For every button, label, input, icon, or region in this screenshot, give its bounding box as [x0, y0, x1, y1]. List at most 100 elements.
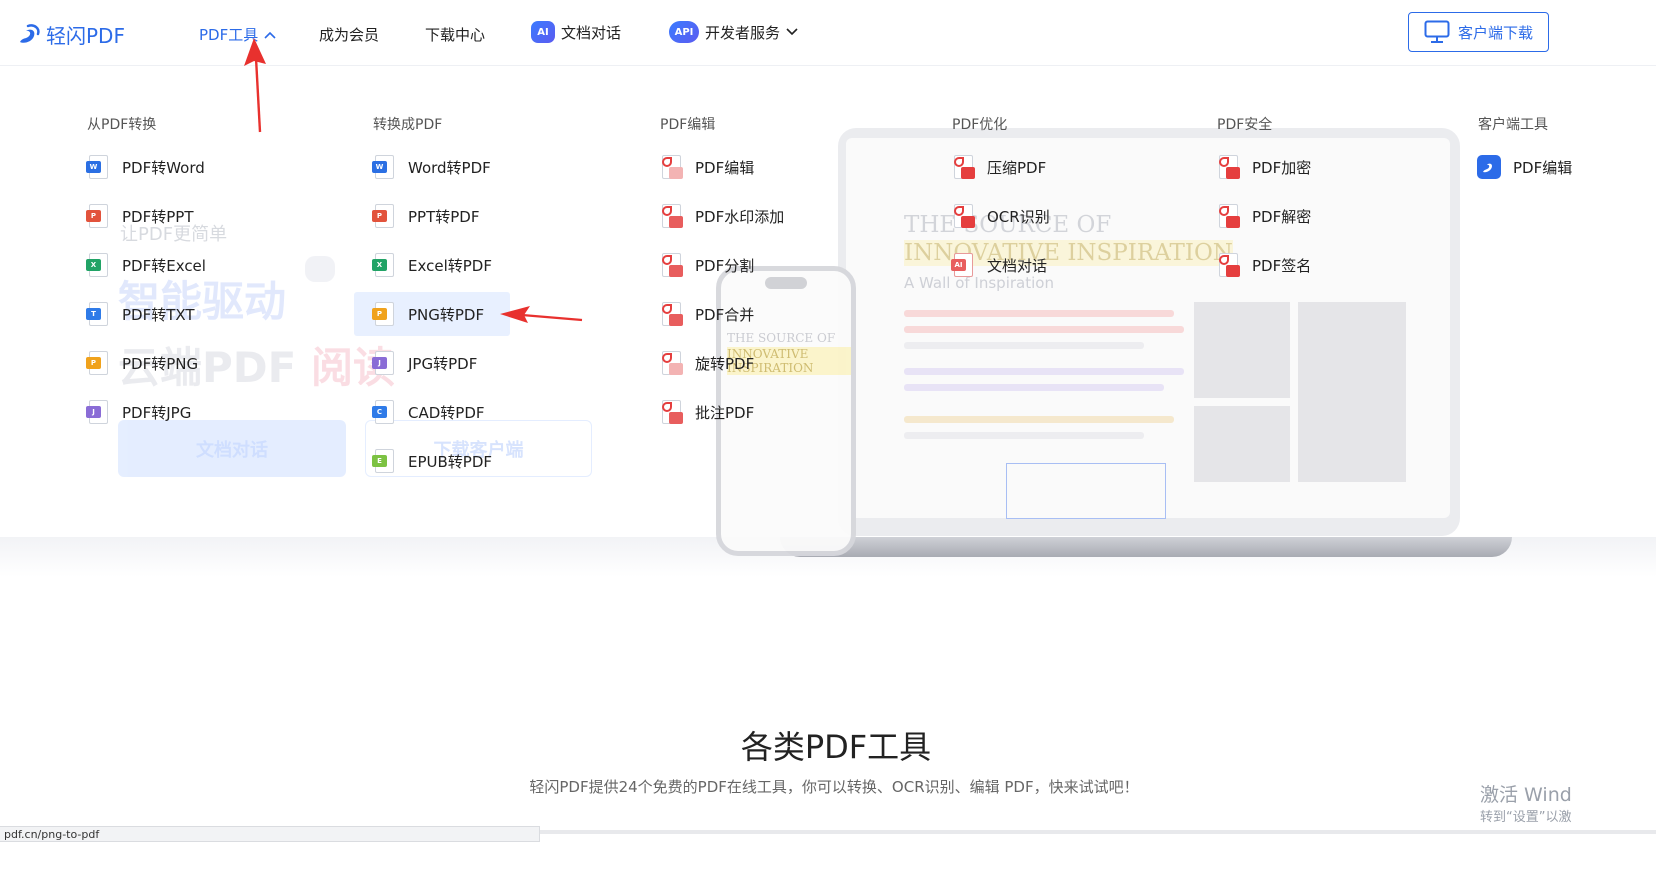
menu-pdf-split[interactable]: PDF分割: [659, 250, 754, 280]
menu-doc-chat[interactable]: AI 文档对话: [951, 250, 1047, 280]
compress-pdf-icon: [951, 155, 975, 179]
menu-item-label: PDF签名: [1252, 256, 1312, 275]
menu-col-pdf-security: PDF安全: [1217, 115, 1272, 135]
menu-item-label: PDF编辑: [1513, 158, 1573, 177]
menu-pdf-encrypt[interactable]: PDF加密: [1216, 152, 1311, 182]
ai-chat-icon: AI: [951, 253, 975, 277]
menu-ppt-to-pdf[interactable]: P PPT转PDF: [372, 201, 479, 231]
txt-file-icon: T: [86, 302, 110, 326]
menu-epub-to-pdf[interactable]: E EPUB转PDF: [372, 446, 492, 476]
windows-activation-watermark: 激活 Wind: [1480, 784, 1572, 806]
laptop-text-line: [904, 368, 1184, 375]
menu-item-label: OCR识别: [987, 207, 1050, 226]
key-file-icon: [1216, 204, 1240, 228]
menu-pdf-watermark[interactable]: PDF水印添加: [659, 201, 784, 231]
api-badge-icon: API: [669, 21, 699, 43]
menu-word-to-pdf[interactable]: W Word转PDF: [372, 152, 491, 182]
menu-cad-to-pdf[interactable]: C CAD转PDF: [372, 397, 485, 427]
menu-col-pdf-optimize: PDF优化: [952, 115, 1007, 135]
menu-item-label: PPT转PDF: [408, 207, 480, 226]
menu-item-label: PDF转TXT: [122, 305, 195, 324]
menu-item-label: PDF加密: [1252, 158, 1312, 177]
ppt-to-pdf-icon: P: [372, 204, 396, 228]
pdf-merge-icon: [659, 302, 683, 326]
logo-text: 轻闪PDF: [46, 24, 125, 48]
laptop-text-line: [904, 416, 1174, 423]
ocr-icon: [951, 204, 975, 228]
col-title-to-pdf: 转换成PDF: [373, 117, 443, 133]
laptop-text-line: [904, 310, 1174, 317]
menu-png-to-pdf[interactable]: P PNG转PDF: [354, 292, 510, 336]
col-title-pdf-optimize: PDF优化: [952, 117, 1008, 133]
col-title-pdf-edit: PDF编辑: [660, 117, 716, 133]
menu-pdf-annotate[interactable]: 批注PDF: [659, 397, 754, 427]
laptop-text-line: [904, 326, 1184, 333]
site-logo[interactable]: 轻闪PDF: [16, 20, 125, 49]
menu-pdf-decrypt[interactable]: PDF解密: [1216, 201, 1311, 231]
chevron-down-icon: [786, 28, 798, 36]
menu-pdf-to-png[interactable]: P PDF转PNG: [86, 348, 198, 378]
menu-item-label: PDF合并: [695, 305, 755, 324]
menu-jpg-to-pdf[interactable]: J JPG转PDF: [372, 348, 477, 378]
red-arrow-up-icon: [244, 38, 266, 133]
epub-to-pdf-icon: E: [372, 449, 396, 473]
browser-status-url: pdf.cn/png-to-pdf: [0, 826, 540, 842]
menu-item-label: 批注PDF: [695, 403, 755, 422]
jpg-to-pdf-icon: J: [372, 351, 396, 375]
hero-doc-chat-label: 文档对话: [196, 439, 268, 461]
menu-pdf-rotate[interactable]: 旋转PDF: [659, 348, 754, 378]
pdf-rotate-icon: [659, 351, 683, 375]
client-download-button[interactable]: 客户端下载: [1408, 12, 1549, 52]
menu-item-label: PDF转PNG: [122, 354, 199, 373]
hero-doc-chat-button[interactable]: 文档对话: [118, 420, 346, 477]
menu-item-label: 文档对话: [987, 256, 1048, 275]
menu-pdf-merge[interactable]: PDF合并: [659, 299, 754, 329]
laptop-screen: THE SOURCE OF INNOVATIVE INSPIRATION A W…: [846, 138, 1450, 519]
menu-pdf-to-word[interactable]: W PDF转Word: [86, 152, 205, 182]
menu-pdf-to-ppt[interactable]: P PDF转PPT: [86, 201, 193, 231]
pdf-split-icon: [659, 253, 683, 277]
menu-pdf-sign[interactable]: PDF签名: [1216, 250, 1311, 280]
excel-to-pdf-icon: X: [372, 253, 396, 277]
nav-membership[interactable]: 成为会员: [319, 24, 379, 45]
pdf-annotate-icon: [659, 400, 683, 424]
client-download-label: 客户端下载: [1457, 23, 1533, 42]
menu-item-label: Word转PDF: [408, 158, 491, 177]
menu-item-label: PDF转Word: [122, 158, 205, 177]
laptop-photo: [1298, 302, 1406, 482]
cad-to-pdf-icon: C: [372, 400, 396, 424]
menu-pdf-to-txt[interactable]: T PDF转TXT: [86, 299, 195, 329]
menu-excel-to-pdf[interactable]: X Excel转PDF: [372, 250, 492, 280]
menu-ocr[interactable]: OCR识别: [951, 201, 1050, 231]
menu-item-label: PDF分割: [695, 256, 755, 275]
menu-pdf-edit[interactable]: PDF编辑: [659, 152, 754, 182]
word-to-pdf-icon: W: [372, 155, 396, 179]
menu-item-label: Excel转PDF: [408, 256, 492, 275]
lock-file-icon: [1216, 155, 1240, 179]
menu-col-client-tools: 客户端工具: [1478, 115, 1548, 135]
robot-icon: [305, 256, 335, 282]
menu-pdf-to-excel[interactable]: X PDF转Excel: [86, 250, 206, 280]
laptop-text-line: [904, 342, 1144, 349]
png-file-icon: P: [86, 351, 110, 375]
laptop-text-line: [904, 432, 1144, 439]
menu-col-to-pdf: 转换成PDF: [373, 115, 442, 135]
section-subtitle: 轻闪PDF提供24个免费的PDF在线工具，你可以转换、OCR识别、编辑 PDF，…: [529, 778, 1139, 796]
pdf-watermark-icon: [659, 204, 683, 228]
laptop-illustration: THE SOURCE OF INNOVATIVE INSPIRATION A W…: [838, 128, 1460, 536]
menu-pdf-to-jpg[interactable]: J PDF转JPG: [86, 397, 191, 427]
laptop-base: [780, 537, 1512, 557]
windows-activation-hint: 转到“设置”以激: [1480, 810, 1572, 825]
png-to-pdf-icon: P: [372, 302, 396, 326]
nav-doc-chat[interactable]: AI 文档对话: [531, 21, 621, 43]
nav-developer-label: 开发者服务: [705, 23, 781, 42]
ai-badge-icon: AI: [531, 21, 555, 43]
signature-box: [1006, 463, 1166, 519]
laptop-photo: [1194, 406, 1290, 482]
menu-item-label: PDF解密: [1252, 207, 1312, 226]
menu-compress-pdf[interactable]: 压缩PDF: [951, 152, 1046, 182]
nav-download-center-label: 下载中心: [425, 26, 486, 44]
nav-developer[interactable]: API 开发者服务: [669, 21, 798, 43]
menu-client-pdf-edit[interactable]: PDF编辑: [1477, 152, 1572, 182]
nav-download-center[interactable]: 下载中心: [425, 24, 485, 45]
